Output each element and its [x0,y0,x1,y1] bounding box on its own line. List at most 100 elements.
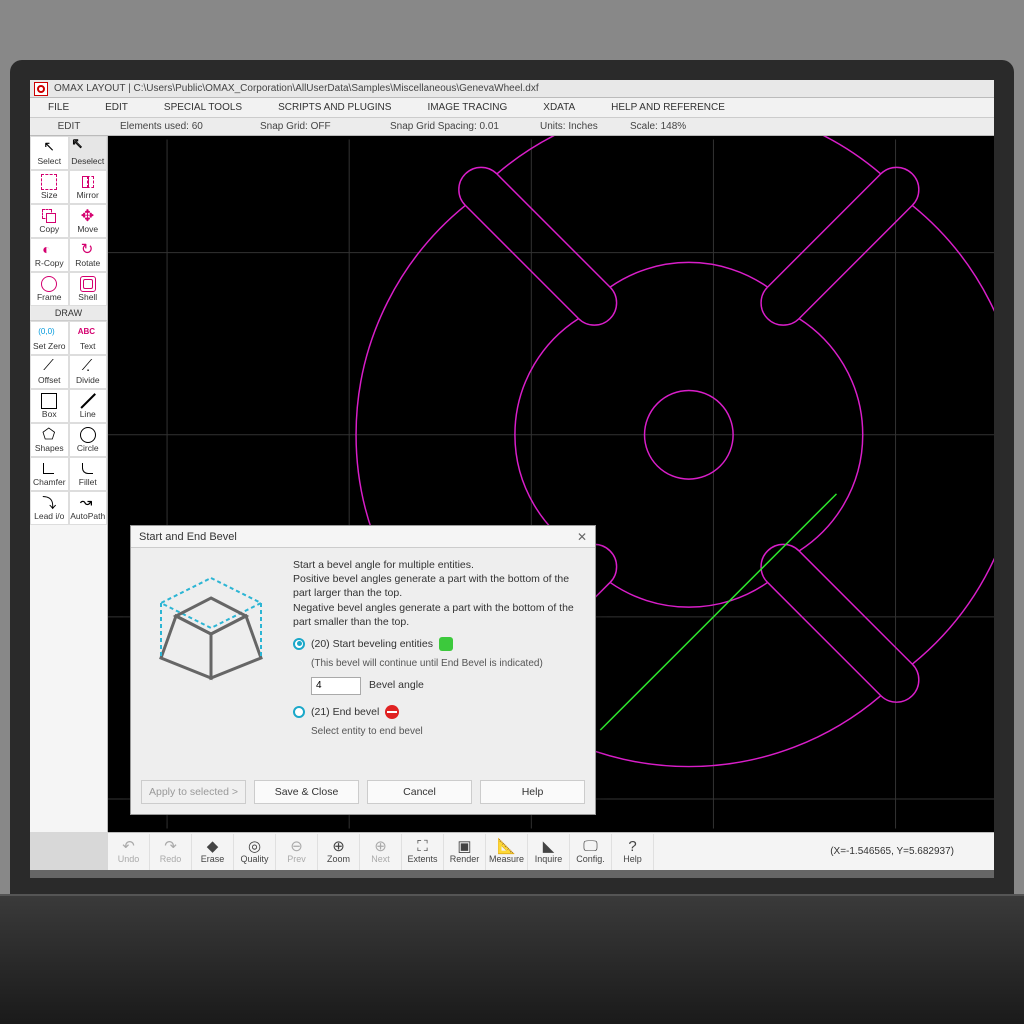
menu-xdata[interactable]: XDATA [525,102,593,113]
tool-box[interactable]: Box [30,389,69,423]
radio-start-bevel[interactable] [293,638,305,650]
dialog-help-button[interactable]: Help [480,780,585,804]
btn-undo[interactable]: ↶Undo [108,834,150,870]
status-units: Units: Inches [528,121,618,132]
fillet-icon [80,461,96,477]
tool-offset[interactable]: Offset [30,355,69,389]
label-end-bevel: (21) End bevel [311,705,379,719]
btn-zoom[interactable]: ⊕Zoom [318,834,360,870]
window-titlebar: OMAX LAYOUT | C:\Users\Public\OMAX_Corpo… [30,80,994,98]
undo-icon: ↶ [122,839,135,854]
bevel-illustration-icon [141,558,281,698]
btn-redo[interactable]: ↷Redo [150,834,192,870]
tool-autopath[interactable]: AutoPath [69,491,108,525]
app-logo-icon [34,82,48,96]
box-icon [41,393,57,409]
tool-circle[interactable]: Circle [69,423,108,457]
btn-quality[interactable]: ◎Quality [234,834,276,870]
tool-copy[interactable]: Copy [30,204,69,238]
cursor-icon [41,140,57,156]
tool-frame[interactable]: Frame [30,272,69,306]
btn-inquire[interactable]: ◣Inquire [528,834,570,870]
label-start-bevel: (20) Start beveling entities [311,637,433,651]
bevel-dialog: Start and End Bevel ✕ Start a bevel angl… [130,525,596,815]
tool-fillet[interactable]: Fillet [69,457,108,491]
window-title: OMAX LAYOUT | C:\Users\Public\OMAX_Corpo… [54,83,539,94]
config-icon: 🖵 [583,839,597,854]
erase-icon: ◆ [207,839,219,854]
divide-icon [80,359,96,375]
tool-mirror[interactable]: Mirror [69,170,108,204]
zoom-out-icon: ⊖ [290,839,303,854]
radio-end-bevel[interactable] [293,706,305,718]
menu-edit[interactable]: EDIT [87,102,146,113]
dialog-save-button[interactable]: Save & Close [254,780,359,804]
line-icon [80,393,96,409]
tool-rcopy[interactable]: R-Copy [30,238,69,272]
laptop-keyboard [0,894,1024,1024]
extents-icon: ⛶ [417,839,428,854]
frame-icon [41,276,57,292]
dialog-titlebar[interactable]: Start and End Bevel ✕ [131,526,595,548]
chamfer-icon [41,461,57,477]
tool-select[interactable]: Select [30,136,69,170]
menu-bar: FILE EDIT SPECIAL TOOLS SCRIPTS AND PLUG… [30,98,994,118]
shell-icon [80,276,96,292]
size-icon [41,174,57,190]
tool-leadio[interactable]: Lead i/o [30,491,69,525]
help-icon: ? [628,839,636,854]
dialog-desc3: Negative bevel angles generate a part wi… [293,602,574,628]
text-icon [80,325,96,341]
dialog-desc2: Positive bevel angles generate a part wi… [293,573,569,599]
cursor-coords: (X=-1.546565, Y=5.682937) [830,846,994,857]
redo-icon: ↷ [164,839,177,854]
btn-render[interactable]: ▣Render [444,834,486,870]
btn-erase[interactable]: ◆Erase [192,834,234,870]
dialog-title-text: Start and End Bevel [139,531,237,543]
menu-file[interactable]: FILE [30,102,87,113]
btn-extents[interactable]: ⛶Extents [402,834,444,870]
btn-help[interactable]: ?Help [612,834,654,870]
btn-measure[interactable]: 📐Measure [486,834,528,870]
move-icon [80,208,96,224]
menu-scripts[interactable]: SCRIPTS AND PLUGINS [260,102,409,113]
tool-shapes[interactable]: Shapes [30,423,69,457]
tool-size[interactable]: Size [30,170,69,204]
tool-chamfer[interactable]: Chamfer [30,457,69,491]
dialog-desc1: Start a bevel angle for multiple entitie… [293,559,474,571]
bevel-angle-input[interactable] [311,677,361,695]
lead-in-line [600,494,836,730]
tool-text[interactable]: Text [69,321,108,355]
menu-special-tools[interactable]: SPECIAL TOOLS [146,102,260,113]
dialog-cancel-button[interactable]: Cancel [367,780,472,804]
btn-prev[interactable]: ⊖Prev [276,834,318,870]
rotate-copy-icon [41,242,57,258]
menu-help[interactable]: HELP AND REFERENCE [593,102,743,113]
quality-icon: ◎ [248,839,261,854]
autopath-icon [80,495,96,511]
copy-icon [41,208,57,224]
rotate-icon [80,242,96,258]
render-icon: ▣ [457,839,471,854]
status-elements: Elements used: 60 [108,121,248,132]
status-snapgrid: Snap Grid: OFF [248,121,378,132]
circle-icon [80,427,96,443]
cursor-open-icon [80,140,96,156]
tool-shell[interactable]: Shell [69,272,108,306]
bottom-toolbar: ↶Undo ↷Redo ◆Erase ◎Quality ⊖Prev ⊕Zoom … [108,832,994,870]
btn-next[interactable]: ⊕Next [360,834,402,870]
menu-image-tracing[interactable]: IMAGE TRACING [409,102,525,113]
tool-rotate[interactable]: Rotate [69,238,108,272]
origin-icon [41,325,57,341]
btn-config[interactable]: 🖵Config. [570,834,612,870]
dialog-apply-button[interactable]: Apply to selected > [141,780,246,804]
dialog-close-button[interactable]: ✕ [577,530,587,544]
tool-deselect[interactable]: Deselect [69,136,108,170]
offset-icon [41,359,57,375]
tool-divide[interactable]: Divide [69,355,108,389]
mirror-icon [80,174,96,190]
tool-move[interactable]: Move [69,204,108,238]
tool-setzero[interactable]: Set Zero [30,321,69,355]
measure-icon: 📐 [497,839,516,854]
tool-line[interactable]: Line [69,389,108,423]
